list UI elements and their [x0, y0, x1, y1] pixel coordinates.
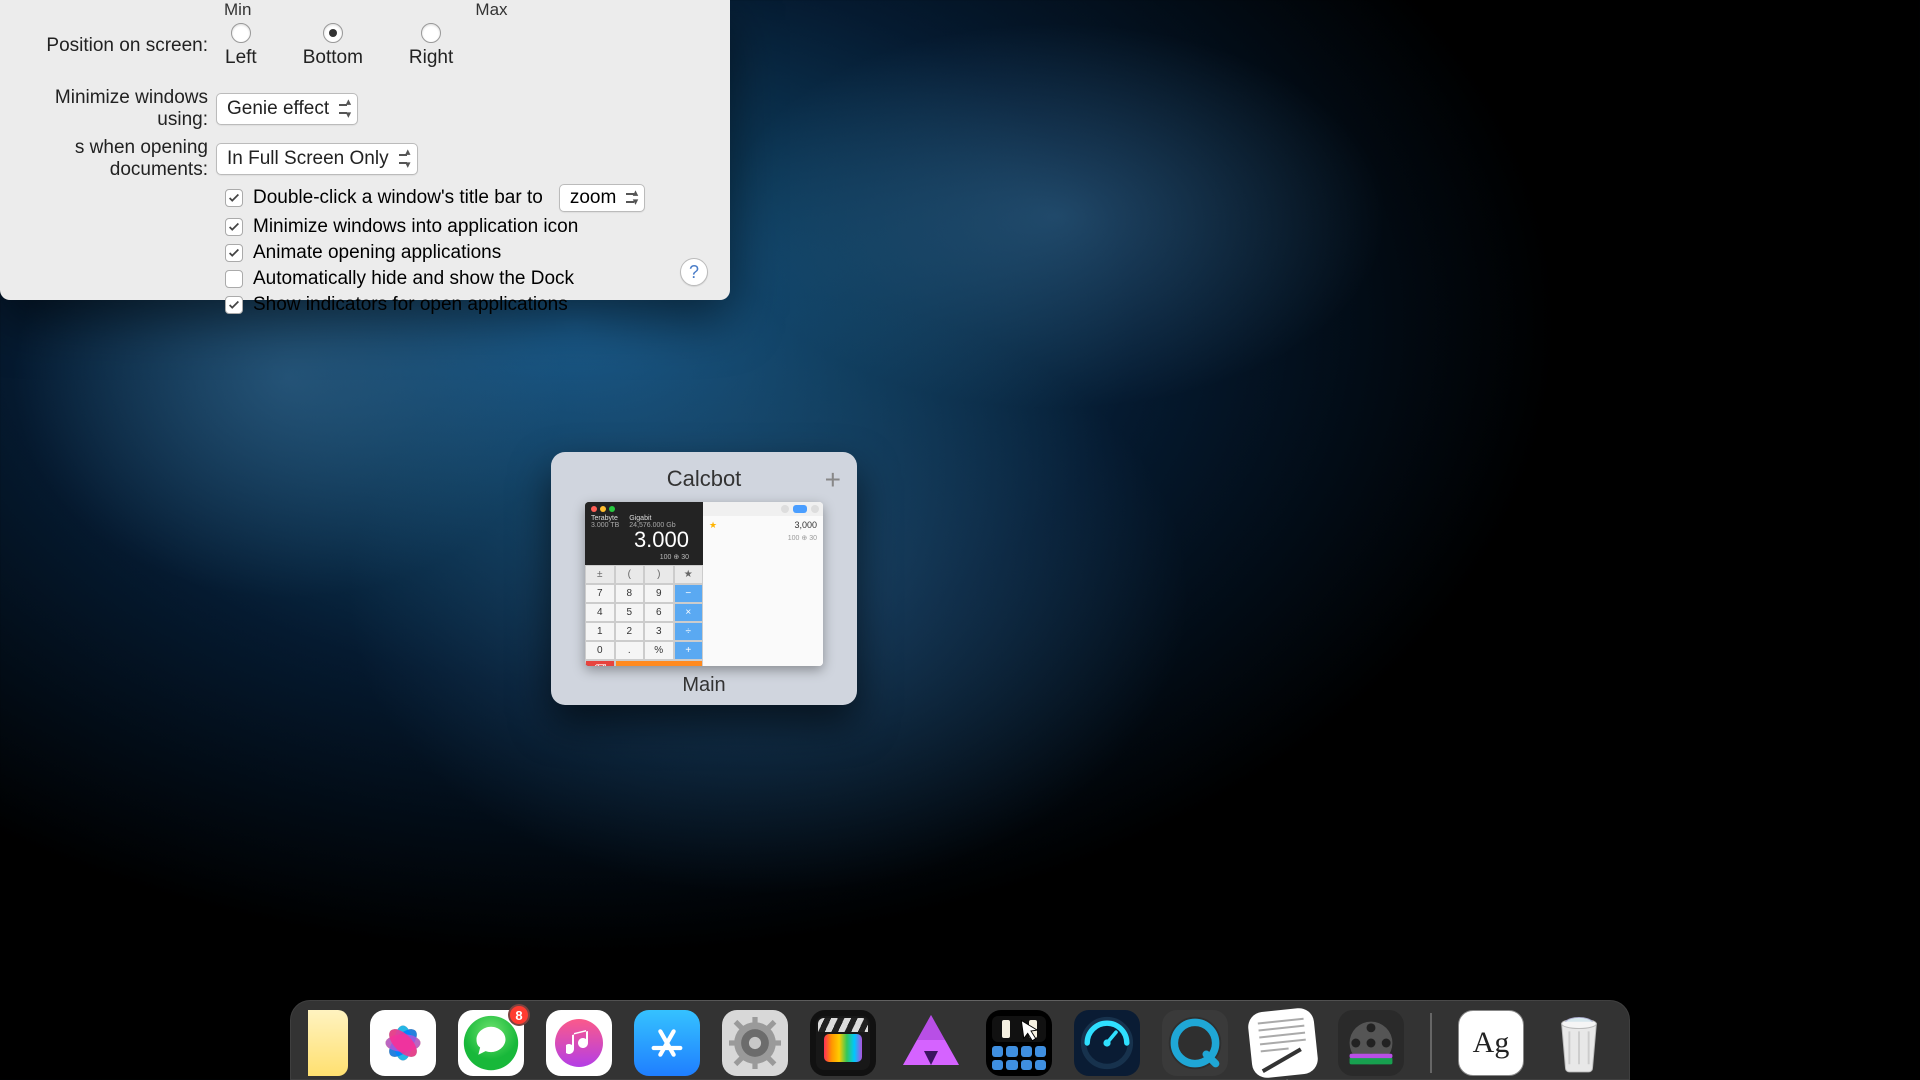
indicators-label: Show indicators for open applications	[253, 294, 568, 316]
titlebar-doubleclick-label: Double-click a window's title bar to	[253, 187, 543, 209]
star-icon: ★	[709, 520, 717, 531]
size-min-label: Min	[224, 0, 251, 20]
minimize-icon	[600, 506, 606, 512]
dock-item-trash[interactable]	[1546, 1010, 1612, 1076]
titlebar-action-select[interactable]: zoom▴▾	[559, 184, 645, 212]
tab-icon	[781, 505, 789, 513]
preview-add-icon[interactable]: +	[825, 464, 841, 496]
music-icon	[555, 1019, 603, 1067]
minimize-into-icon-label: Minimize windows into application icon	[253, 216, 578, 238]
dock-app-messages[interactable]: 8	[458, 1010, 524, 1076]
dock-app-screenflow[interactable]	[1338, 1010, 1404, 1076]
dock-app-system-preferences[interactable]	[722, 1010, 788, 1076]
tab-icon	[811, 505, 819, 513]
size-max-label: Max	[475, 0, 507, 20]
close-icon	[591, 506, 597, 512]
font-glyph-icon: Ag	[1473, 1026, 1510, 1060]
position-radio-group: Left Bottom Right	[216, 23, 453, 69]
help-button[interactable]: ?	[680, 258, 708, 286]
dock-app-quicktime[interactable]	[1162, 1010, 1228, 1076]
minimize-using-label: Minimize windows using:	[0, 87, 216, 131]
display-sub: 100 ⊕ 30	[591, 553, 697, 561]
dock: 8	[290, 1000, 1630, 1080]
open-documents-select[interactable]: In Full Screen Only▴▾	[216, 143, 418, 175]
dock-app-final-cut-pro[interactable]	[810, 1010, 876, 1076]
dock-app-notes[interactable]	[308, 1010, 348, 1076]
gauge-icon	[1080, 1016, 1134, 1070]
position-label: Position on screen:	[0, 35, 216, 57]
appstore-icon	[647, 1023, 687, 1063]
autohide-dock-label: Automatically hide and show the Dock	[253, 268, 574, 290]
minimize-effect-select[interactable]: Genie effect▴▾	[216, 93, 358, 125]
photos-icon	[375, 1015, 431, 1071]
quicktime-icon	[1165, 1013, 1225, 1073]
position-radio-right-label: Right	[409, 47, 453, 69]
filmreel-icon	[1346, 1018, 1396, 1068]
keypad: ±()★ 789− 456× 123÷ 0.%+ ⌫=	[585, 565, 703, 666]
open-documents-label: s when opening documents:	[0, 137, 216, 181]
trash-icon	[1552, 1012, 1606, 1074]
history-value: 3,000	[703, 516, 823, 534]
unit-b-name: Gigabit	[629, 515, 651, 522]
calcbot-keypad-side: Terabyte3.000 TB Gigabit24,576.000 Gb 3.…	[585, 502, 703, 666]
cursor-icon	[1020, 1017, 1041, 1045]
preview-caption: Main	[682, 674, 725, 697]
animate-opening-checkbox[interactable]	[225, 244, 243, 262]
position-radio-left[interactable]	[231, 23, 251, 43]
position-radio-bottom[interactable]	[323, 23, 343, 43]
size-slider-labels: Min Max	[0, 0, 730, 20]
dock-app-photos[interactable]	[370, 1010, 436, 1076]
dock-app-music[interactable]	[546, 1010, 612, 1076]
dock-container: 8	[0, 1000, 1920, 1080]
messages-badge: 8	[508, 1004, 530, 1026]
gear-icon	[729, 1017, 781, 1069]
dock-window-preview: Calcbot + Terabyte3.000 TB Gigabit24,576…	[551, 452, 857, 705]
preview-title: Calcbot	[667, 466, 742, 492]
history-sub: 100 ⊕ 30	[703, 534, 823, 542]
autohide-dock-checkbox[interactable]	[225, 270, 243, 288]
window-traffic-lights	[591, 506, 697, 512]
dock-app-textedit[interactable]	[1247, 1007, 1320, 1080]
minimize-into-icon-checkbox[interactable]	[225, 218, 243, 236]
zoom-icon	[609, 506, 615, 512]
position-radio-right[interactable]	[421, 23, 441, 43]
unit-a-name: Terabyte	[591, 515, 618, 522]
dock-app-speedtest[interactable]	[1074, 1010, 1140, 1076]
display-value: 3.000	[591, 527, 697, 553]
position-radio-left-label: Left	[225, 47, 257, 69]
calcbot-history-side: ★ 3,000 100 ⊕ 30	[703, 502, 823, 666]
dock-preferences-window: Min Max Position on screen: Left Bottom …	[0, 0, 730, 300]
titlebar-doubleclick-checkbox[interactable]	[225, 189, 243, 207]
position-radio-bottom-label: Bottom	[303, 47, 363, 69]
animate-opening-label: Animate opening applications	[253, 242, 501, 264]
dock-separator	[1430, 1013, 1432, 1073]
dock-app-appstore[interactable]	[634, 1010, 700, 1076]
unit-a-val: 3.000 TB	[591, 522, 619, 529]
dock-app-calcbot[interactable]	[986, 1010, 1052, 1076]
affinity-icon	[899, 1011, 963, 1075]
tab-pill	[793, 505, 807, 513]
dock-item-font-document[interactable]: Ag	[1458, 1010, 1524, 1076]
indicators-checkbox[interactable]	[225, 296, 243, 314]
clapperboard-icon	[816, 1016, 870, 1070]
calcbot-icon-keys	[992, 1046, 1046, 1070]
preview-thumbnail[interactable]: Terabyte3.000 TB Gigabit24,576.000 Gb 3.…	[585, 502, 823, 666]
dock-app-affinity-photo[interactable]	[898, 1010, 964, 1076]
